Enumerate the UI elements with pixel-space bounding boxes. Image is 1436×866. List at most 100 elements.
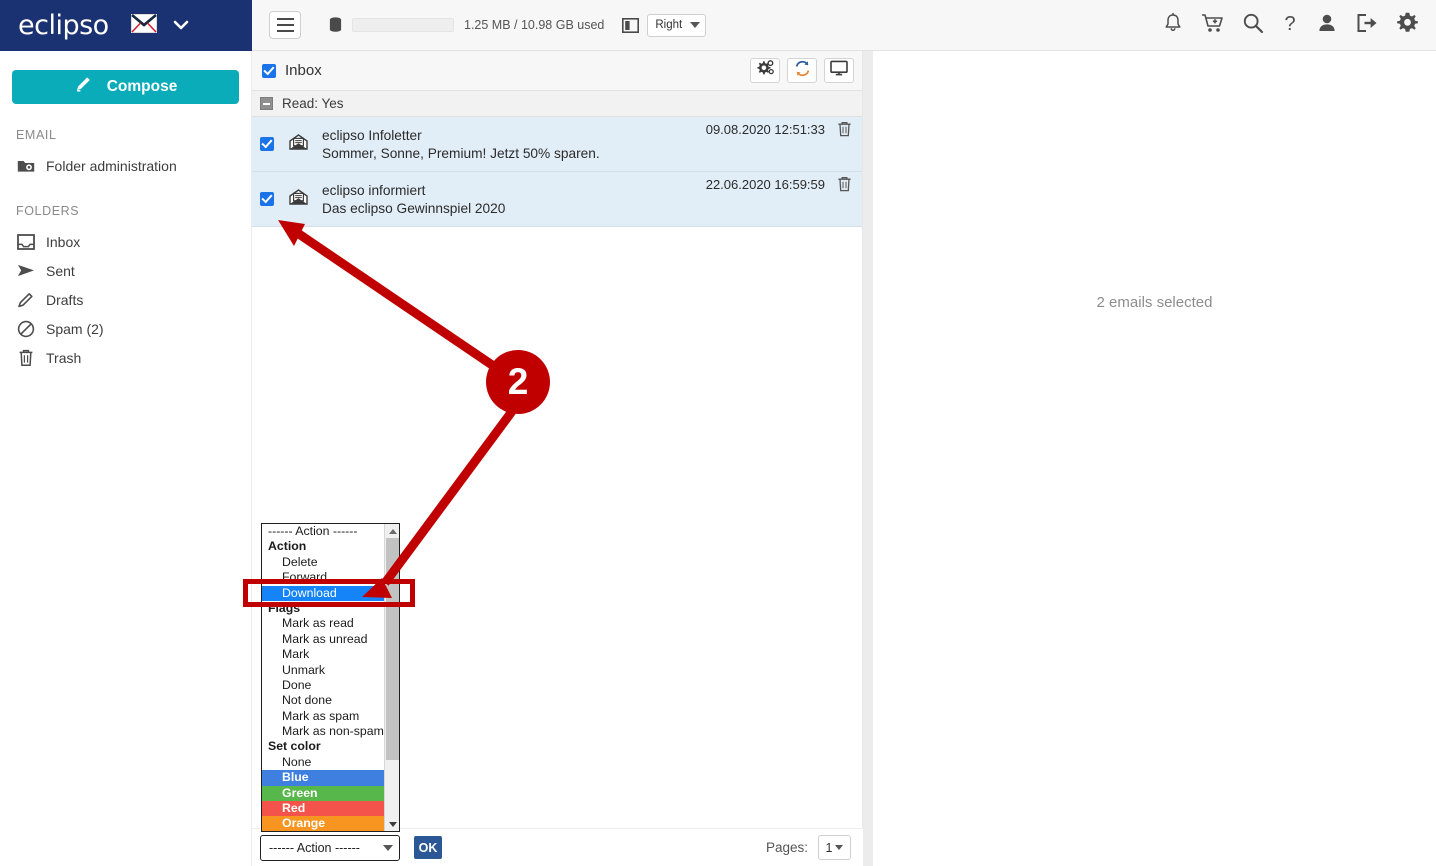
action-dropdown-listbox[interactable]: ------ Action ------ Action Delete Forward D… [261,523,400,832]
quota-indicator: 1.25 MB / 10.98 GB used [329,17,604,33]
scroll-up-arrow-icon[interactable] [385,524,399,538]
listbox-option[interactable]: Mark as unread [262,632,386,647]
scroll-down-arrow-icon[interactable] [385,817,399,831]
gears-icon [756,60,774,81]
mail-subject: Das eclipso Gewinnspiel 2020 [322,200,506,216]
brand-icon-group [130,13,189,38]
reading-pane-message: 2 emails selected [1096,294,1213,311]
quota-progress-bar [352,18,454,32]
sidebar-item-label: Trash [46,349,82,366]
sidebar-item-drafts[interactable]: Drafts [0,285,251,314]
sidebar-item-folder-administration[interactable]: Folder administration [0,151,251,180]
hamburger-menu-icon[interactable] [269,11,301,39]
table-row[interactable]: eclipso informiert Das eclipso Gewinnspi… [252,172,862,227]
refresh-button[interactable] [787,58,817,83]
mail-list-header-actions [750,58,854,83]
table-row[interactable]: eclipso Infoletter Sommer, Sonne, Premiu… [252,117,862,172]
mail-row-text: eclipso informiert Das eclipso Gewinnspi… [322,183,505,216]
pencil-icon [17,291,35,309]
listbox-option[interactable]: Delete [262,555,386,570]
trash-icon[interactable] [837,176,852,197]
listbox-scrollbar[interactable] [384,524,399,831]
listbox-option[interactable]: Mark as spam [262,709,386,724]
compose-button[interactable]: Compose [12,70,239,104]
scrollbar-thumb[interactable] [386,538,399,760]
bell-icon[interactable] [1162,12,1184,39]
layout-position-select[interactable]: Right [647,13,707,37]
mail-list-bottom-bar: ------ Action ------ OK Pages: 1 [252,828,863,866]
sidebar-section-email: EMAIL [16,128,57,142]
gear-icon[interactable] [1396,11,1419,39]
sidebar-item-label: Inbox [46,233,81,250]
sidebar-item-sent[interactable]: Sent [0,256,251,285]
listbox-option[interactable]: Mark as read [262,616,386,631]
action-select[interactable]: ------ Action ------ [260,834,400,861]
mail-list-title: Inbox [285,62,322,79]
ok-button[interactable]: OK [414,836,442,859]
listbox-option[interactable]: Blue [262,770,386,786]
monitor-icon [830,60,848,81]
logout-icon[interactable] [1355,12,1379,39]
chevron-down-icon[interactable] [173,18,189,33]
quota-text: 1.25 MB / 10.98 GB used [464,18,605,32]
annotation-step-badge: 2 [486,350,550,414]
row-checkbox[interactable] [260,137,274,151]
trash-icon[interactable] [837,121,852,142]
cart-plus-icon[interactable] [1201,12,1225,39]
folder-settings-icon [17,158,35,174]
help-icon[interactable]: ? [1281,12,1299,39]
refresh-icon [794,60,811,82]
action-dropdown-options: ------ Action ------ Action Delete Forward D… [262,524,386,831]
open-envelope-icon [289,188,308,210]
pages-control: Pages: 1 [766,835,851,860]
sidebar-item-inbox[interactable]: Inbox [0,227,251,256]
listbox-option[interactable]: Orange [262,816,386,831]
select-all-checkbox[interactable] [262,63,276,78]
user-icon[interactable] [1316,12,1338,39]
top-toolbar-icons: ? [1162,11,1436,39]
listbox-option[interactable]: ------ Action ------ [262,524,386,539]
annotation-highlight-box [243,579,415,607]
envelope-icon[interactable] [130,13,157,38]
pages-label: Pages: [765,840,808,855]
search-icon[interactable] [1242,12,1264,39]
listbox-option[interactable]: Mark [262,647,386,662]
mail-row-text: eclipso Infoletter Sommer, Sonne, Premiu… [322,128,600,161]
sidebar-item-trash[interactable]: Trash [0,343,251,372]
split-layout-icon[interactable] [622,17,640,33]
top-toolbar: 1.25 MB / 10.98 GB used Right ? [252,0,1436,51]
action-select-value: ------ Action ------ [269,840,360,855]
group-header-label: Read: Yes [282,96,344,111]
listbox-option[interactable]: None [262,755,386,770]
listbox-option[interactable]: Green [262,785,386,802]
open-envelope-icon [289,133,308,155]
mail-sender: eclipso Infoletter [322,127,422,143]
pages-select[interactable]: 1 [818,835,851,860]
listbox-option: Action [268,539,307,554]
mail-list-header: Inbox [252,51,862,91]
compose-button-label: Compose [106,78,178,95]
pencil-icon [74,75,93,99]
listbox-option[interactable]: Mark as non-spam [262,724,386,739]
list-settings-button[interactable] [750,58,780,83]
pages-select-value: 1 [825,840,833,855]
app-root: eclipso 1.25 MB / 10.98 GB used Right ? … [0,0,1436,866]
sidebar-item-label: Folder administration [46,157,177,174]
listbox-option[interactable]: Red [262,801,386,817]
svg-text:?: ? [1284,13,1295,34]
listbox-option: Set color [268,739,321,754]
mail-sender: eclipso informiert [322,182,426,198]
minus-box-icon[interactable] [260,97,273,110]
chevron-down-icon [835,845,844,850]
sidebar-item-spam[interactable]: Spam (2) [0,314,251,343]
group-header-row[interactable]: Read: Yes [252,91,862,117]
display-button[interactable] [824,58,854,83]
layout-control: Right [622,13,707,37]
listbox-option[interactable]: Not done [262,693,386,708]
reading-pane: 2 emails selected [873,51,1436,866]
row-checkbox[interactable] [260,192,274,206]
listbox-option[interactable]: Done [262,678,386,693]
sidebar: Compose EMAIL Folder administration FOLD… [0,51,252,866]
listbox-option[interactable]: Unmark [262,663,386,678]
mail-date: 09.08.2020 12:51:33 [705,122,825,137]
